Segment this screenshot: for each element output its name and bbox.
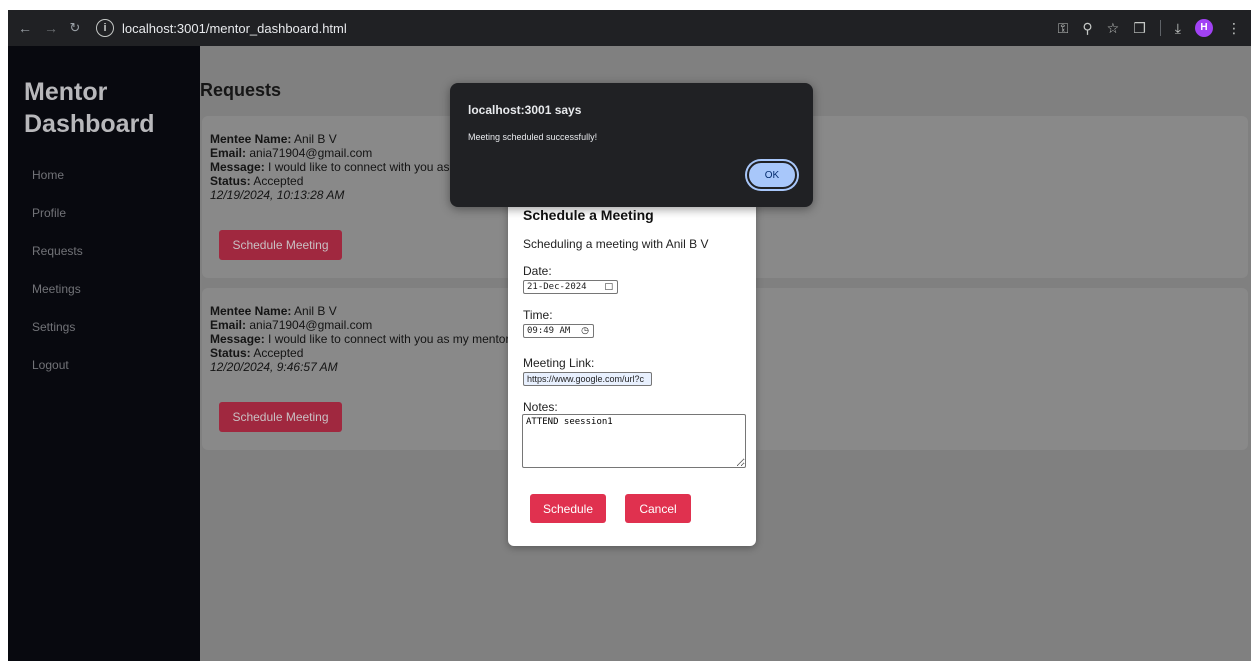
request-details: Mentee Name: Anil B V Email: ania71904@g…: [210, 304, 512, 374]
profile-avatar[interactable]: H: [1195, 19, 1213, 37]
mentee-email: ania71904@gmail.com: [246, 146, 373, 160]
page-title: Requests: [200, 80, 282, 100]
sidebar-nav: Home Profile Requests Meetings Settings …: [32, 166, 83, 394]
mentee-name-label: Mentee Name:: [210, 304, 292, 318]
mentee-name: Anil B V: [291, 304, 337, 318]
modal-title: Schedule a Meeting: [523, 207, 654, 223]
sidebar-item-settings[interactable]: Settings: [32, 318, 83, 356]
forward-icon[interactable]: →: [42, 10, 60, 46]
mentee-name: Anil B V: [291, 132, 337, 146]
sidebar: Mentor Dashboard Home Profile Requests M…: [8, 46, 200, 661]
sidebar-item-meetings[interactable]: Meetings: [32, 280, 83, 318]
mentee-name-label: Mentee Name:: [210, 132, 292, 146]
meeting-link-label: Meeting Link:: [523, 356, 595, 370]
zoom-icon[interactable]: ⚲: [1082, 20, 1092, 37]
clock-icon[interactable]: ◷: [581, 325, 589, 337]
calendar-icon[interactable]: □: [604, 281, 613, 293]
mentee-email: ania71904@gmail.com: [246, 318, 373, 332]
request-timestamp: 12/20/2024, 9:46:57 AM: [210, 360, 338, 374]
status-label: Status:: [210, 174, 251, 188]
request-status: Accepted: [250, 174, 304, 188]
alert-ok-button[interactable]: OK: [747, 161, 797, 189]
password-key-icon[interactable]: ⚿: [1058, 20, 1069, 37]
sidebar-item-requests[interactable]: Requests: [32, 242, 83, 280]
reload-icon[interactable]: ↻: [66, 10, 84, 46]
schedule-meeting-modal: Schedule a Meeting Scheduling a meeting …: [508, 176, 756, 546]
message-label: Message:: [210, 160, 265, 174]
request-message: I would like to connect with you as my m…: [264, 332, 513, 346]
cancel-button[interactable]: Cancel: [625, 494, 691, 523]
site-info-icon[interactable]: i: [96, 19, 114, 37]
modal-subtitle: Scheduling a meeting with Anil B V: [523, 237, 709, 251]
mentee-name-row: Mentee Name: Anil B V: [210, 304, 512, 318]
download-icon[interactable]: ⤓: [1175, 20, 1181, 37]
browser-window: ← → ↻ i localhost:3001/mentor_dashboard.…: [8, 10, 1251, 661]
message-row: Message: I would like to connect with yo…: [210, 332, 512, 346]
sidebar-item-profile[interactable]: Profile: [32, 204, 83, 242]
notes-label: Notes:: [523, 400, 558, 414]
sidebar-item-logout[interactable]: Logout: [32, 356, 83, 394]
back-icon[interactable]: ←: [16, 10, 34, 46]
menu-dots-icon[interactable]: ⋮: [1227, 20, 1241, 37]
schedule-button[interactable]: Schedule: [530, 494, 606, 523]
message-label: Message:: [210, 332, 265, 346]
notes-textarea[interactable]: ATTEND seession1: [522, 414, 746, 468]
toolbar-divider: [1159, 20, 1161, 36]
date-label: Date:: [523, 264, 552, 278]
alert-message: Meeting scheduled successfully!: [468, 132, 598, 142]
browser-toolbar: ← → ↻ i localhost:3001/mentor_dashboard.…: [8, 10, 1251, 46]
page-content: Mentor Dashboard Home Profile Requests M…: [8, 46, 1251, 661]
time-label: Time:: [523, 308, 553, 322]
time-value: 09:49 AM: [527, 326, 571, 336]
request-status: Accepted: [250, 346, 304, 360]
email-label: Email:: [210, 146, 247, 160]
address-bar[interactable]: i localhost:3001/mentor_dashboard.html: [96, 16, 1036, 40]
bookmark-star-icon[interactable]: ☆: [1107, 20, 1120, 37]
date-value: 21-Dec-2024: [527, 282, 587, 292]
schedule-meeting-button[interactable]: Schedule Meeting: [219, 230, 342, 260]
extensions-icon[interactable]: ❒: [1133, 20, 1146, 37]
date-input[interactable]: 21-Dec-2024 □: [523, 280, 618, 294]
alert-title: localhost:3001 says: [468, 103, 582, 117]
time-input[interactable]: 09:49 AM ◷: [523, 324, 594, 338]
email-label: Email:: [210, 318, 247, 332]
status-label: Status:: [210, 346, 251, 360]
status-row: Status: Accepted: [210, 346, 512, 360]
meeting-link-input[interactable]: https://www.google.com/url?c: [523, 372, 652, 386]
sidebar-title: Mentor Dashboard: [24, 78, 155, 138]
url-text[interactable]: localhost:3001/mentor_dashboard.html: [122, 21, 347, 36]
alert-dialog: localhost:3001 says Meeting scheduled su…: [450, 83, 813, 207]
sidebar-item-home[interactable]: Home: [32, 166, 83, 204]
email-row: Email: ania71904@gmail.com: [210, 318, 512, 332]
browser-tools: ⚿ ⚲ ☆ ❒ ⤓ H ⋮: [1058, 10, 1241, 46]
schedule-meeting-button[interactable]: Schedule Meeting: [219, 402, 342, 432]
